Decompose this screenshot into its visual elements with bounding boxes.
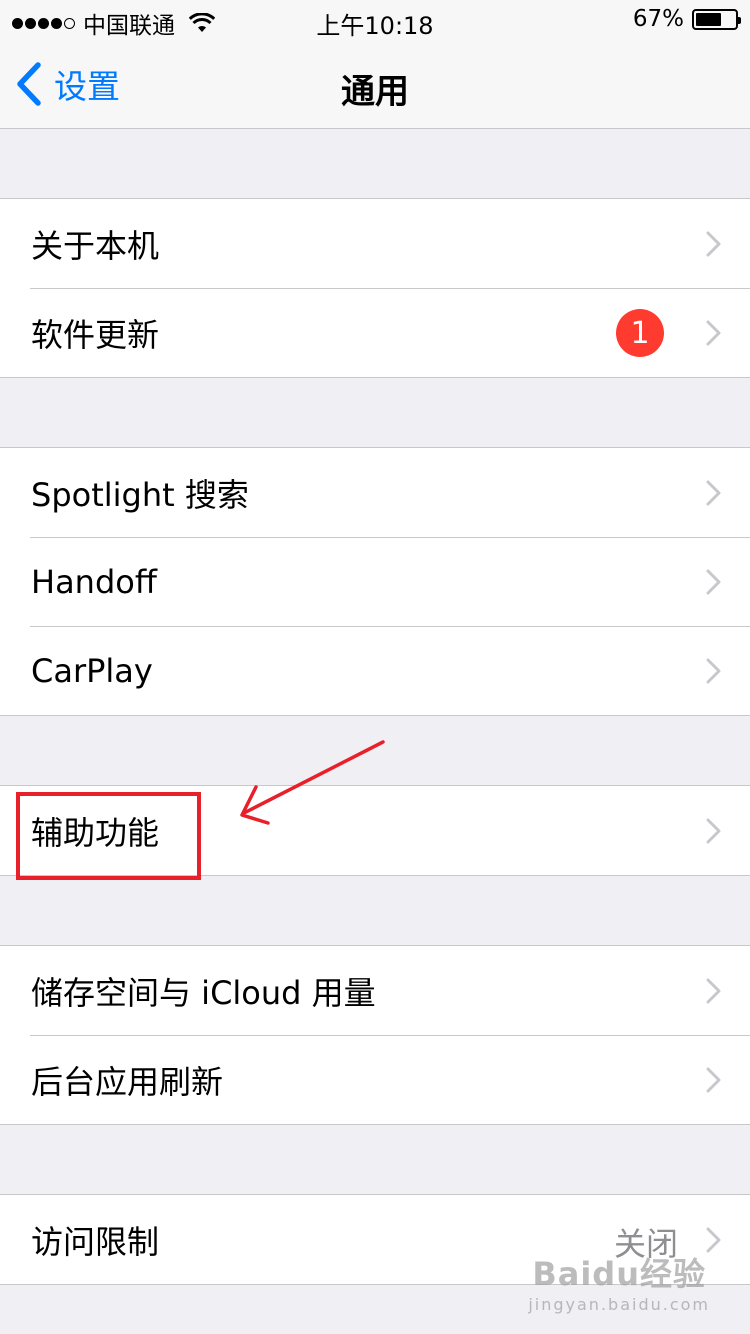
row-storage-icloud[interactable]: 储存空间与 iCloud 用量	[0, 946, 750, 1035]
row-carplay[interactable]: CarPlay	[0, 626, 750, 715]
row-label: 储存空间与 iCloud 用量	[31, 973, 376, 1012]
settings-group-storage: 储存空间与 iCloud 用量 后台应用刷新	[0, 945, 750, 1125]
settings-group-continuity: Spotlight 搜索 Handoff CarPlay	[0, 447, 750, 716]
chevron-right-icon	[706, 231, 721, 257]
row-label: 软件更新	[31, 315, 160, 354]
row-background-refresh[interactable]: 后台应用刷新	[0, 1035, 750, 1124]
row-label: 关于本机	[31, 226, 160, 265]
navigation-bar: 设置 通用	[0, 40, 750, 129]
row-label: CarPlay	[31, 651, 153, 690]
chevron-right-icon	[706, 569, 721, 595]
row-label: Handoff	[31, 562, 157, 601]
row-label: 访问限制	[31, 1222, 160, 1261]
watermark: Baidu经验 jingyan.baidu.com	[528, 1249, 710, 1314]
battery-percent: 67%	[632, 6, 684, 32]
row-handoff[interactable]: Handoff	[0, 537, 750, 626]
battery-fill	[696, 12, 721, 26]
settings-group-about: 关于本机 软件更新 1	[0, 198, 750, 378]
row-label: Spotlight 搜索	[31, 475, 249, 514]
annotation-highlight-box	[16, 792, 201, 880]
chevron-right-icon	[706, 1067, 721, 1093]
battery-icon	[692, 8, 741, 30]
row-software-update[interactable]: 软件更新 1	[0, 288, 750, 377]
notification-badge: 1	[616, 309, 664, 357]
row-label: 后台应用刷新	[31, 1062, 224, 1101]
watermark-url: jingyan.baidu.com	[528, 1295, 710, 1314]
row-about[interactable]: 关于本机	[0, 199, 750, 288]
row-spotlight[interactable]: Spotlight 搜索	[0, 448, 750, 537]
chevron-right-icon	[706, 658, 721, 684]
chevron-right-icon	[706, 818, 721, 844]
chevron-right-icon	[706, 978, 721, 1004]
page-title: 通用	[341, 72, 409, 112]
status-right: 67%	[632, 6, 741, 32]
status-bar: 中国联通 上午10:18 67%	[0, 0, 750, 40]
settings-list: 关于本机 软件更新 1 Spotlight 搜索 Handoff CarPlay…	[0, 129, 750, 1285]
watermark-logo: Baidu经验	[532, 1255, 706, 1293]
annotation-arrow-icon	[240, 740, 385, 825]
chevron-right-icon	[706, 320, 721, 346]
chevron-right-icon	[706, 480, 721, 506]
